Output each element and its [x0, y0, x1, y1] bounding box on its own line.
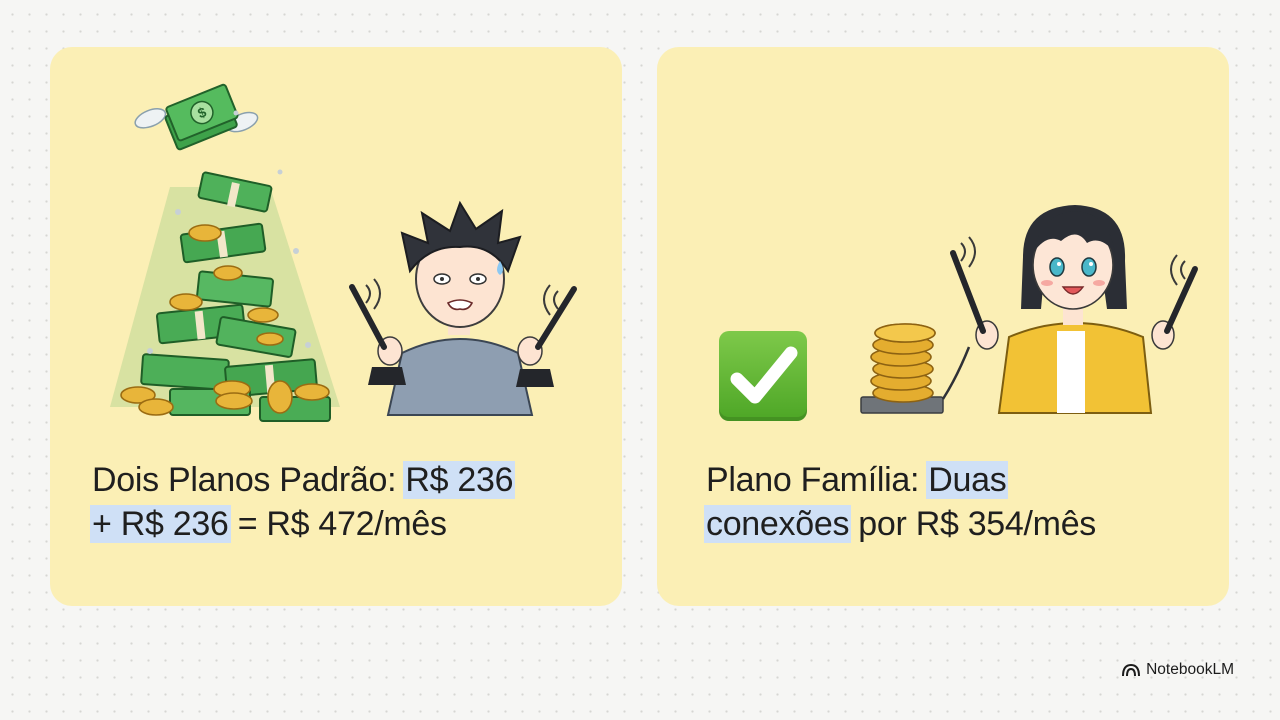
caption-highlight-connections: conexões: [704, 505, 852, 543]
notebooklm-watermark: NotebookLM: [1122, 661, 1234, 679]
caption-highlight-price: R$ 236: [403, 461, 516, 499]
coin-stack-happy-girl-illustration: [860, 205, 1198, 414]
slide: $ Dois Planos Padrão: R$ 236 + R$ 236 = …: [14, 0, 1266, 720]
happy-girl-icon: [950, 205, 1198, 414]
brand-label: NotebookLM: [1146, 661, 1234, 678]
caption-total: = R$ 472/mês: [228, 505, 447, 543]
caption-price: por R$ 354/mês: [849, 505, 1097, 543]
standard-plans-caption: Dois Planos Padrão: R$ 236 + R$ 236 = R$ …: [90, 458, 592, 546]
standard-plans-card: $ Dois Planos Padrão: R$ 236 + R$ 236 = …: [50, 47, 622, 606]
caption-highlight-price-second: + R$ 236: [90, 505, 231, 543]
family-plan-caption: Plano Família: Duas conexões por R$ 354/m…: [704, 458, 1206, 546]
money-pile-stressed-boy-illustration: $: [110, 83, 577, 422]
notebooklm-logo-icon: [1122, 663, 1141, 677]
caption-prefix: Plano Família:: [706, 461, 929, 499]
caption-highlight-two: Duas: [926, 461, 1009, 499]
coin-stack-icon: [860, 323, 971, 414]
family-plan-card: Plano Família: Duas conexões por R$ 354/m…: [657, 47, 1229, 606]
caption-prefix: Dois Planos Padrão:: [92, 461, 406, 499]
stressed-boy-icon: [349, 200, 577, 416]
money-pile-icon: [110, 110, 340, 422]
flying-money-icon: $: [134, 83, 259, 151]
